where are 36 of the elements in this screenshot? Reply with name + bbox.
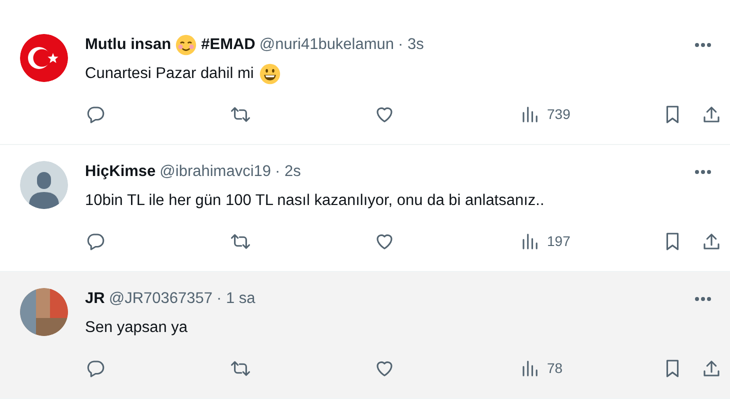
- author-name[interactable]: JR: [85, 287, 105, 311]
- tweet-text: Cunartesi Pazar dahil mi: [85, 64, 254, 84]
- timestamp[interactable]: · 2s: [275, 160, 301, 184]
- timestamp[interactable]: · 1 sa: [216, 287, 256, 311]
- views-button[interactable]: 197: [520, 230, 570, 252]
- views-button[interactable]: 78: [520, 358, 563, 378]
- author-handle[interactable]: @ibrahimavci19: [160, 160, 272, 184]
- reply-icon: [85, 358, 106, 378]
- author-name[interactable]: Mutlu insan: [85, 33, 172, 57]
- more-icon[interactable]: [694, 169, 712, 175]
- reply-button[interactable]: [85, 104, 106, 124]
- photo-avatar[interactable]: [20, 288, 68, 336]
- author-handle[interactable]: @nuri41bukelamun: [259, 33, 394, 57]
- grinning-face-icon: [258, 63, 281, 85]
- flag-avatar[interactable]: [20, 34, 68, 82]
- reply-icon: [85, 104, 106, 124]
- views-button[interactable]: 739: [520, 104, 570, 124]
- default-avatar[interactable]: [20, 161, 68, 209]
- author-handle[interactable]: @JR70367357: [108, 287, 212, 311]
- reply-button[interactable]: [85, 230, 106, 252]
- tweet-text: 10bin TL ile her gün 100 TL nasıl kazanılıyor, onu da bi anlatsanız..: [85, 191, 544, 211]
- share-button[interactable]: [701, 358, 722, 378]
- more-icon[interactable]: [694, 296, 712, 302]
- tweet-text: Sen yapsan ya: [85, 318, 188, 338]
- timestamp[interactable]: · 3s: [398, 33, 424, 57]
- smiling-face-icon: [175, 34, 198, 56]
- share-icon: [701, 230, 722, 252]
- share-button[interactable]: [701, 104, 722, 124]
- author-name[interactable]: #EMAD: [201, 33, 256, 57]
- share-icon: [701, 358, 722, 378]
- share-icon: [701, 104, 722, 124]
- reply-icon: [85, 230, 106, 252]
- author-name[interactable]: HiçKimse: [85, 160, 156, 184]
- more-icon[interactable]: [694, 42, 712, 48]
- share-button[interactable]: [701, 230, 722, 252]
- reply-button[interactable]: [85, 358, 106, 378]
